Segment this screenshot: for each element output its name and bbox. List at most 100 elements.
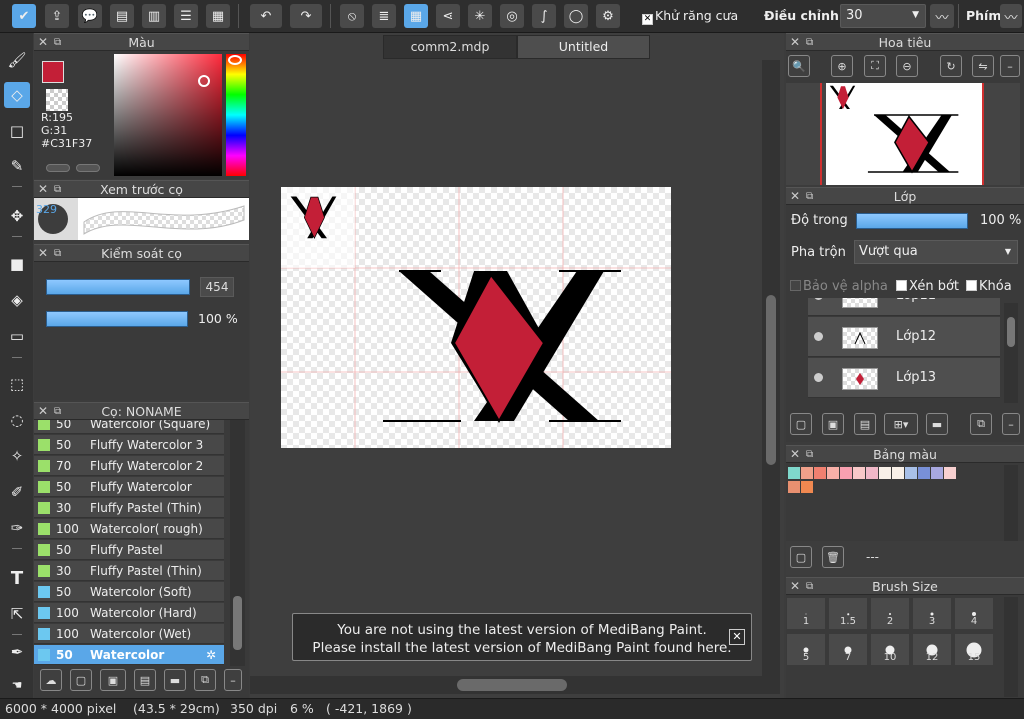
brush-list-item[interactable]: 50 Watercolor ✲	[34, 645, 224, 665]
brush-size-preset[interactable]: 4	[954, 597, 994, 630]
palette-swatch[interactable]	[827, 467, 839, 479]
visibility-icon[interactable]	[814, 373, 823, 382]
new-brush-icon[interactable]: ▢	[70, 669, 92, 691]
close-icon[interactable]: ✕	[790, 34, 800, 51]
select-tool-icon[interactable]: ⬚	[4, 371, 30, 397]
add-brush-icon[interactable]: ▣	[100, 669, 126, 691]
brush-size-value[interactable]: 454	[200, 277, 234, 297]
clipping-toggle[interactable]: Xén bớt	[896, 279, 959, 294]
fit-window-icon[interactable]: ⛶	[864, 55, 886, 77]
rotate-icon[interactable]: ↻	[940, 55, 962, 77]
layer-folder-icon[interactable]: ▬	[926, 413, 948, 435]
lasso-tool-icon[interactable]: ◌	[4, 407, 30, 433]
brush-size-preset[interactable]: 1.5	[828, 597, 868, 630]
palette-swatch[interactable]	[866, 467, 878, 479]
brush-tool-icon[interactable]: 🖌	[4, 47, 30, 73]
brush-size-preset[interactable]: 2	[870, 597, 910, 630]
brush-list-item[interactable]: 30 Fluffy Pastel (Thin)	[34, 561, 224, 581]
new-layer-icon[interactable]: ▢	[790, 413, 812, 435]
perspective-snap-icon[interactable]: ⋖	[436, 4, 460, 28]
palette-swatch[interactable]	[788, 467, 800, 479]
close-icon[interactable]: ✕	[38, 34, 48, 51]
document-icon[interactable]: ▥	[142, 4, 166, 28]
duplicate-layer-icon[interactable]: ⧉	[970, 413, 992, 435]
select-pen-tool-icon[interactable]: ✐	[4, 479, 30, 505]
canvas-horizontal-scrollbar[interactable]	[250, 676, 780, 694]
tab-comm2[interactable]: comm2.mdp	[383, 35, 517, 59]
protect-alpha-toggle[interactable]: Bảo vệ alpha	[790, 279, 888, 294]
scrollbar-thumb[interactable]	[1007, 317, 1015, 347]
snap-off-icon[interactable]: ⦸	[340, 4, 364, 28]
scrollbar-thumb[interactable]	[766, 295, 776, 465]
brush-size-scrollbar[interactable]	[1004, 597, 1018, 697]
new-8bit-layer-icon[interactable]: ▤	[854, 413, 876, 435]
layer-item[interactable]: Lớp11	[808, 298, 1000, 316]
add-layer-menu-icon[interactable]: ⊞▾	[884, 413, 918, 435]
close-icon[interactable]: ✕	[38, 181, 48, 198]
brush-size-preset[interactable]: 5	[786, 633, 826, 666]
tab-untitled[interactable]: Untitled	[517, 35, 650, 59]
brush-list-item[interactable]: 100 Watercolor (Hard)	[34, 603, 224, 623]
update-notice[interactable]: You are not using the latest version of …	[292, 613, 752, 661]
brush-size-slider[interactable]	[46, 279, 190, 295]
fill-rect-tool-icon[interactable]: ■	[4, 251, 30, 277]
select-eraser-tool-icon[interactable]: ✑	[4, 515, 30, 541]
drawing-canvas[interactable]	[281, 187, 671, 448]
palette-swatch[interactable]	[814, 467, 826, 479]
brush-list-item[interactable]: 50 Fluffy Watercolor 3	[34, 435, 224, 455]
close-icon[interactable]: ✕	[790, 446, 800, 463]
eyedropper-tool-icon[interactable]: ✒	[4, 639, 30, 665]
radial-snap-icon[interactable]: ✳	[468, 4, 492, 28]
scrollbar-thumb[interactable]	[233, 596, 242, 650]
folder-icon[interactable]: ▬	[164, 669, 186, 691]
comment-icon[interactable]: 💬	[78, 4, 102, 28]
operation-tool-icon[interactable]: ⇱	[4, 601, 30, 627]
share-icon[interactable]: ⇪	[45, 4, 69, 28]
close-icon[interactable]: ✕	[790, 578, 800, 595]
blend-mode-select[interactable]: Vượt qua ▼	[854, 240, 1018, 264]
gradient-tool-icon[interactable]: ▭	[4, 323, 30, 349]
palette-scrollbar[interactable]	[1004, 465, 1018, 541]
color-mode-button[interactable]	[46, 164, 70, 172]
brush-list-scrollbar[interactable]	[230, 420, 245, 666]
zoom-out-icon[interactable]: ⊖	[896, 55, 918, 77]
brush-opacity-slider[interactable]	[46, 311, 188, 327]
bucket-tool-icon[interactable]: ◈	[4, 287, 30, 313]
brush-list-item[interactable]: 30 Fluffy Pastel (Thin)	[34, 498, 224, 518]
new-palette-icon[interactable]: ▢	[790, 546, 812, 568]
layer-edit-icon[interactable]: ▦	[206, 4, 230, 28]
scrollbar-thumb[interactable]	[457, 679, 567, 691]
color-picker-handle[interactable]	[198, 75, 210, 87]
popout-icon[interactable]: ⧉	[806, 188, 813, 205]
hue-slider[interactable]	[226, 54, 246, 176]
brush-size-preset[interactable]: 3	[912, 597, 952, 630]
palette-swatch[interactable]	[892, 467, 904, 479]
close-icon[interactable]: ✕	[38, 245, 48, 262]
check-icon[interactable]: ✔	[12, 4, 36, 28]
rectangle-tool-icon[interactable]: □	[4, 118, 30, 144]
wave-icon[interactable]: 〰	[1000, 4, 1022, 28]
close-icon[interactable]: ✕	[790, 188, 800, 205]
brush-list-item[interactable]: 100 Watercolor( rough)	[34, 519, 224, 539]
eraser-tool-icon[interactable]: ◇	[4, 82, 30, 108]
popout-icon[interactable]: ⧉	[806, 446, 813, 463]
popout-icon[interactable]: ⧉	[54, 403, 61, 420]
message-icon[interactable]: ▤	[110, 4, 134, 28]
palette-swatch[interactable]	[801, 467, 813, 479]
layer-item[interactable]: Lớp13	[808, 358, 1000, 398]
brush-list-item[interactable]: 50 Watercolor (Square)	[34, 420, 224, 434]
gear-icon[interactable]: ✲	[206, 645, 216, 665]
snap-settings-icon[interactable]: ⚙	[596, 4, 620, 28]
palette-swatch[interactable]	[840, 467, 852, 479]
wave-icon[interactable]: 〰	[930, 4, 954, 28]
primary-color-swatch[interactable]	[42, 61, 64, 83]
brush-list-item[interactable]: 50 Fluffy Watercolor	[34, 477, 224, 497]
palette-swatch[interactable]	[788, 481, 800, 493]
undo-icon[interactable]: ↶	[250, 4, 282, 28]
layer-opacity-slider[interactable]	[856, 213, 968, 229]
eyedropper-button[interactable]	[76, 164, 100, 172]
ellipse-snap-icon[interactable]: ◯	[564, 4, 588, 28]
visibility-icon[interactable]	[814, 298, 823, 300]
new-halftone-layer-icon[interactable]: ▣	[822, 413, 844, 435]
popout-icon[interactable]: ⧉	[54, 181, 61, 198]
